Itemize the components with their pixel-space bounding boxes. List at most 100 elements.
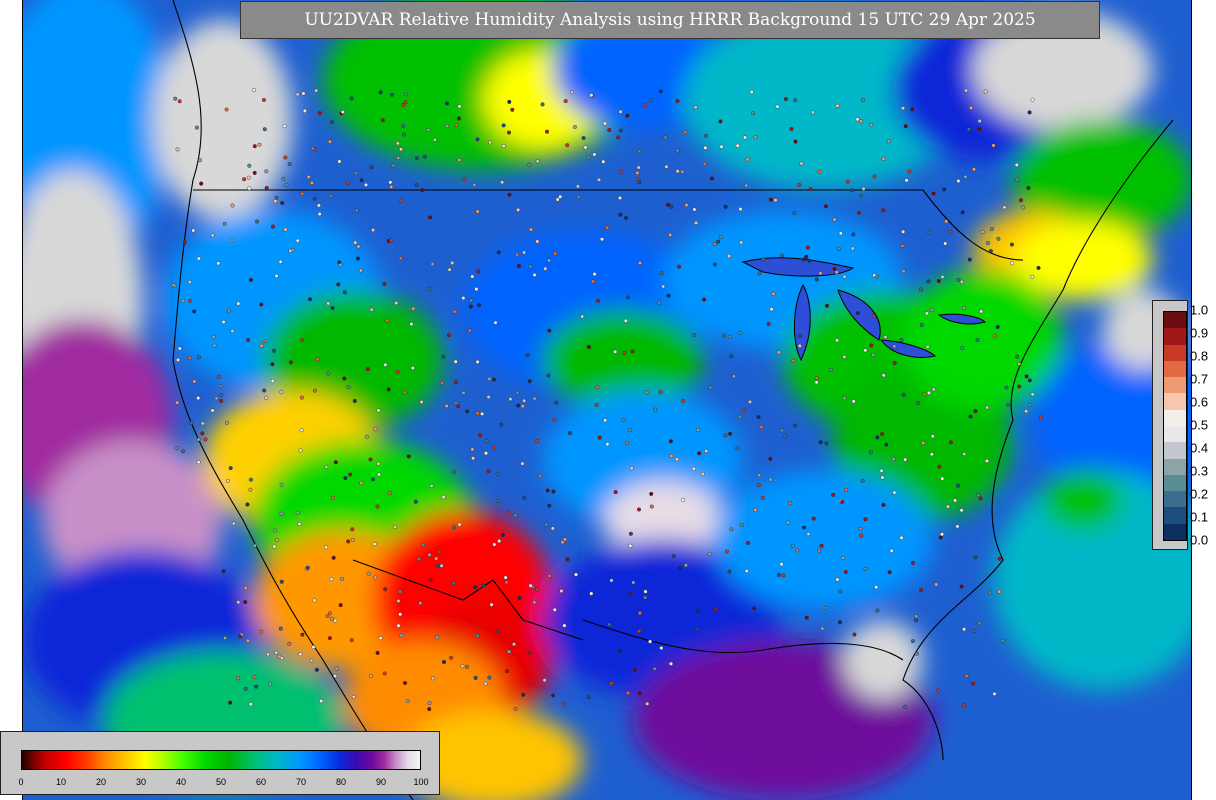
station-dot	[633, 668, 638, 673]
station-dot	[591, 279, 596, 284]
station-dot	[252, 170, 257, 175]
station-dot	[200, 421, 205, 426]
station-dot	[618, 109, 623, 114]
station-dot	[327, 636, 332, 641]
station-dot	[295, 238, 300, 243]
station-dot	[389, 184, 394, 189]
station-dot	[607, 622, 612, 627]
station-dot	[769, 307, 774, 312]
station-dot	[254, 684, 259, 689]
station-dot	[757, 473, 762, 478]
station-dot	[461, 296, 466, 301]
station-dot	[637, 180, 642, 185]
station-dot	[366, 571, 371, 576]
station-dot	[176, 357, 181, 362]
station-dot	[914, 618, 919, 623]
station-dot	[317, 212, 322, 217]
station-dot	[969, 105, 974, 110]
station-dot	[824, 441, 829, 446]
obs-tick: 0.4	[1190, 440, 1209, 456]
station-dot	[716, 239, 721, 244]
station-dot	[629, 466, 634, 471]
station-dot	[743, 135, 748, 140]
station-dot	[552, 418, 557, 423]
station-dot	[729, 354, 734, 359]
station-dot	[547, 573, 552, 578]
station-dot	[842, 274, 847, 279]
station-dot	[551, 693, 556, 698]
station-dot	[359, 178, 364, 183]
station-dot	[326, 371, 331, 376]
station-dot	[247, 186, 252, 191]
station-dot	[738, 330, 743, 335]
station-dot	[753, 508, 758, 513]
station-dot	[409, 322, 414, 327]
station-dot	[832, 266, 837, 271]
station-dot	[971, 681, 976, 686]
station-dot	[618, 128, 623, 133]
station-dot	[283, 155, 288, 160]
station-dot	[624, 215, 629, 220]
station-dot	[468, 304, 473, 309]
station-dot	[892, 361, 897, 366]
station-dot	[825, 303, 830, 308]
station-dot	[295, 510, 300, 515]
station-dot	[668, 232, 673, 237]
station-dot	[405, 699, 410, 704]
station-dot	[339, 577, 344, 582]
station-dot	[487, 376, 492, 381]
station-dot	[475, 411, 480, 416]
station-dot	[512, 642, 517, 647]
station-dot	[838, 231, 843, 236]
station-dot	[605, 442, 610, 447]
station-dot	[243, 686, 248, 691]
obs-colorbar-segment	[1164, 442, 1186, 460]
station-dot	[759, 425, 764, 430]
station-dot	[967, 257, 972, 262]
station-dot	[203, 437, 208, 442]
station-dot	[613, 349, 618, 354]
obs-tick: 0.3	[1190, 463, 1209, 479]
station-dot	[943, 241, 948, 246]
station-dot	[196, 460, 201, 465]
station-dot	[315, 357, 320, 362]
station-dot	[875, 435, 880, 440]
obs-colorbar-segment	[1164, 426, 1186, 443]
station-dot	[851, 399, 856, 404]
station-dot	[282, 124, 287, 129]
station-dot	[486, 395, 491, 400]
station-dot	[305, 565, 310, 570]
station-dot	[985, 405, 990, 410]
station-dot	[380, 118, 385, 123]
station-dot	[245, 638, 250, 643]
station-dot	[330, 306, 335, 311]
station-dot	[881, 502, 886, 507]
station-dot	[457, 104, 462, 109]
station-dot	[924, 311, 929, 316]
station-dot	[891, 457, 896, 462]
station-dot	[1000, 638, 1005, 643]
station-dot	[875, 608, 880, 613]
station-dot	[192, 309, 197, 314]
station-dot	[798, 333, 803, 338]
station-dot	[369, 165, 374, 170]
station-dot	[270, 224, 275, 229]
station-dot	[814, 380, 819, 385]
station-dot	[298, 652, 303, 657]
station-dot	[768, 456, 773, 461]
station-dot	[850, 246, 855, 251]
station-dot	[488, 140, 493, 145]
station-dot	[776, 572, 781, 577]
station-dot	[406, 454, 411, 459]
station-dot	[236, 600, 241, 605]
station-dot	[739, 523, 744, 528]
station-dot	[916, 401, 921, 406]
station-dot	[692, 207, 697, 212]
station-dot	[349, 96, 354, 101]
station-dot	[723, 433, 728, 438]
station-dot	[436, 549, 441, 554]
station-dot	[783, 97, 788, 102]
station-dot	[474, 287, 479, 292]
station-dot	[703, 133, 708, 138]
station-dot	[301, 91, 306, 96]
